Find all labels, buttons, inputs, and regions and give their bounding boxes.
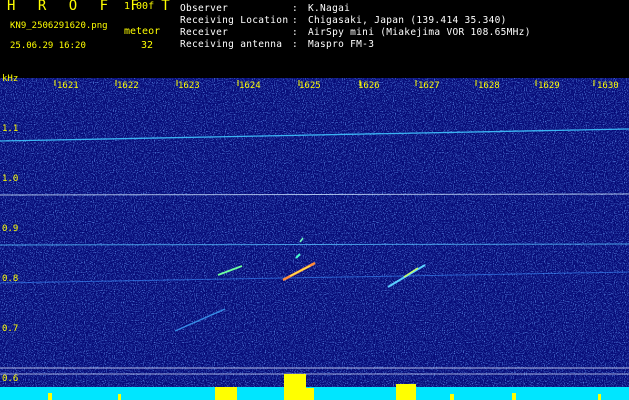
spectrum-peak xyxy=(396,384,416,400)
spectrum-peak xyxy=(598,394,601,400)
spectrum-peak xyxy=(118,394,121,400)
y-tick-label: 1.1 xyxy=(2,124,19,134)
info-value: K.Nagai xyxy=(308,3,351,14)
info-row-observer: Observer: K.Nagai xyxy=(180,3,351,14)
x-tick-label: 1628 xyxy=(478,81,500,91)
version-label: 1.00f xyxy=(124,1,155,12)
filename-label: KN9_2506291620.png xyxy=(10,21,108,31)
y-tick-label: 0.8 xyxy=(2,274,19,284)
datetime-label: 25.06.29 16:20 xyxy=(10,41,86,51)
spectrum-peak xyxy=(48,393,52,400)
spectrogram xyxy=(0,78,629,400)
info-row-antenna: Receiving antenna: Maspro FM-3 xyxy=(180,39,375,50)
spectrum-peak xyxy=(215,387,237,400)
hrofft-window: { "header": { "app_logo": "H R O F F T",… xyxy=(0,0,629,400)
spectrum-peak xyxy=(450,394,454,400)
mode-label: meteor xyxy=(124,26,161,37)
x-tick-label: 1627 xyxy=(418,81,440,91)
info-value: Maspro FM-3 xyxy=(308,39,375,50)
info-key: Receiving antenna xyxy=(180,39,283,50)
y-tick-label: 0.9 xyxy=(2,224,19,234)
bottom-spectrum-bar xyxy=(0,387,629,400)
x-tick-label: 1621 xyxy=(57,81,79,91)
spectrum-peak xyxy=(284,374,306,400)
y-axis-unit: kHz xyxy=(2,74,19,84)
count-label: 32 xyxy=(141,40,154,51)
info-value: AirSpy mini (Miakejima VOR 108.65MHz) xyxy=(308,27,531,38)
info-row-receiver: Receiver: AirSpy mini (Miakejima VOR 108.… xyxy=(180,27,531,38)
info-key: Receiver xyxy=(180,27,229,38)
spectrum-peak xyxy=(306,388,314,400)
x-tick-label: 1625 xyxy=(299,81,321,91)
info-key: Observer xyxy=(180,3,229,14)
y-tick-label: 1.0 xyxy=(2,174,19,184)
x-tick-label: 1626 xyxy=(358,81,380,91)
spectrogram-noise xyxy=(0,78,629,400)
y-tick-label: 0.6 xyxy=(2,374,19,384)
info-value: Chigasaki, Japan (139.414 35.340) xyxy=(308,15,507,26)
x-tick-label: 1622 xyxy=(117,81,139,91)
info-key: Receiving Location xyxy=(180,15,289,26)
x-tick-label: 1623 xyxy=(178,81,200,91)
x-tick-label: 1624 xyxy=(239,81,261,91)
x-tick-label: 1630 xyxy=(597,81,619,91)
spectrum-peak xyxy=(512,393,516,400)
info-row-location: Receiving Location: Chigasaki, Japan (139… xyxy=(180,15,507,26)
y-tick-label: 0.7 xyxy=(2,324,19,334)
x-tick-label: 1629 xyxy=(538,81,560,91)
